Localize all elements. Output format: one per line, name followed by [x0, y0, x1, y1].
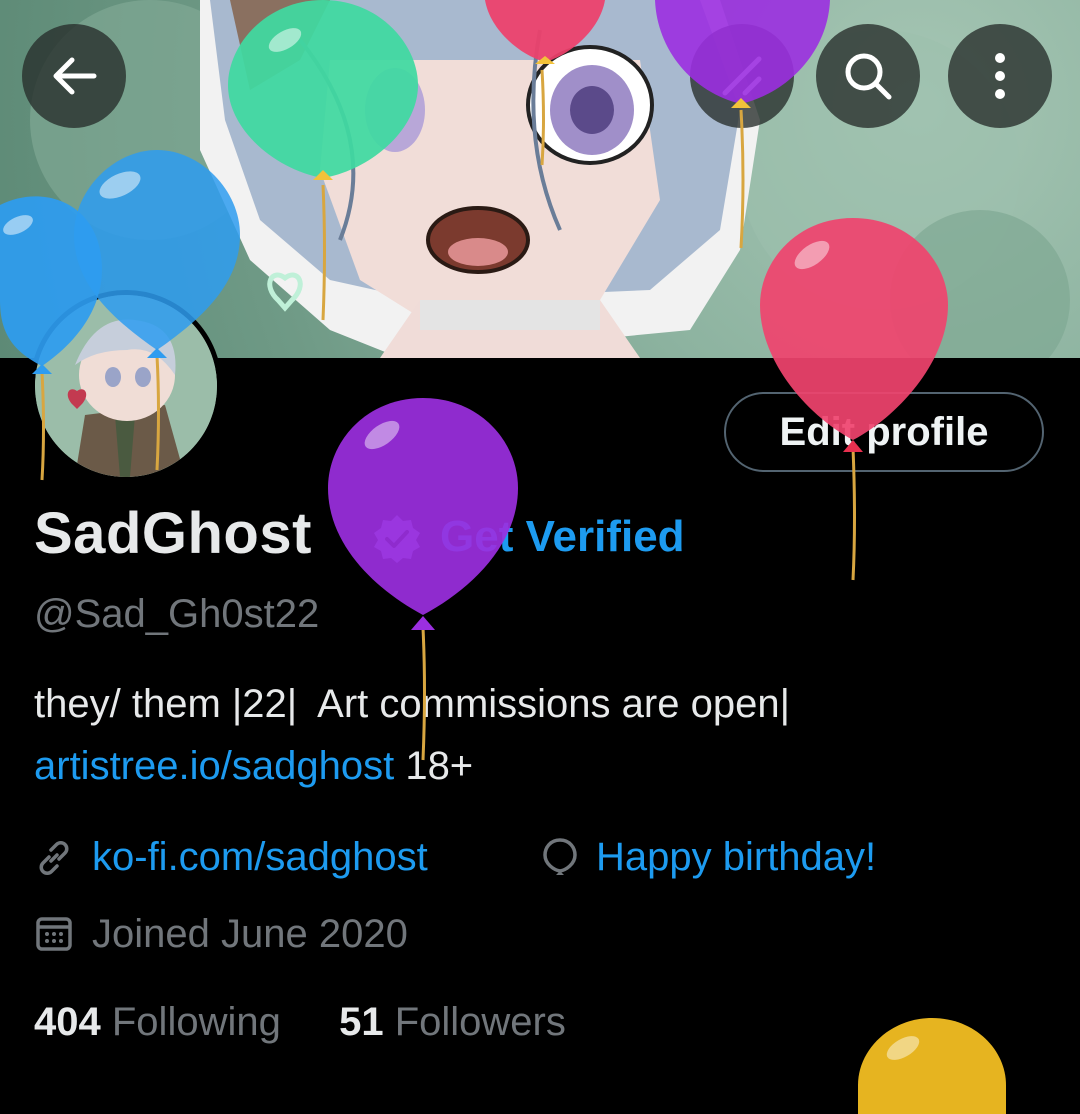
arrow-left-icon: [53, 57, 97, 95]
followers-label: Followers: [394, 1000, 566, 1044]
avatar-image: [35, 295, 217, 477]
follow-stats: 404 Following 51 Followers: [34, 1000, 566, 1045]
user-handle: @Sad_Gh0st22: [34, 592, 320, 636]
bio-line-1: they/ them |22| Art commissions are open…: [34, 682, 790, 726]
verified-badge-icon[interactable]: [370, 512, 424, 566]
link-icon: [39, 841, 69, 875]
following-label: Following: [111, 1000, 281, 1044]
balloon-birthday-icon: [543, 838, 577, 875]
edit-profile-button[interactable]: Edit profile: [724, 392, 1044, 472]
bio-line-2: artistree.io/sadghost 18+: [34, 744, 473, 789]
balloon-yellow: [858, 1018, 1006, 1114]
bio-link[interactable]: artistree.io/sadghost: [34, 744, 394, 788]
joined-date: Joined June 2020: [92, 912, 408, 956]
calendar-icon: [36, 917, 72, 951]
bio-suffix: 18+: [394, 744, 474, 788]
birthday-label: Happy birthday!: [596, 835, 877, 879]
more-vertical-icon: [995, 53, 1005, 99]
avatar[interactable]: [30, 290, 222, 482]
following-link[interactable]: 404 Following: [34, 1000, 281, 1044]
followers-link[interactable]: 51 Followers: [339, 1000, 566, 1044]
search-icon: [845, 53, 892, 100]
website-link[interactable]: ko-fi.com/sadghost: [92, 835, 428, 880]
display-name: SadGhost: [34, 501, 312, 566]
more-options-button[interactable]: [948, 24, 1052, 128]
grok-icon: [722, 56, 762, 96]
grok-button[interactable]: [690, 24, 794, 128]
back-button[interactable]: [22, 24, 126, 128]
followers-count: 51: [339, 1000, 384, 1044]
get-verified-link[interactable]: Get Verified: [440, 512, 685, 562]
following-count: 404: [34, 1000, 101, 1044]
search-button[interactable]: [816, 24, 920, 128]
